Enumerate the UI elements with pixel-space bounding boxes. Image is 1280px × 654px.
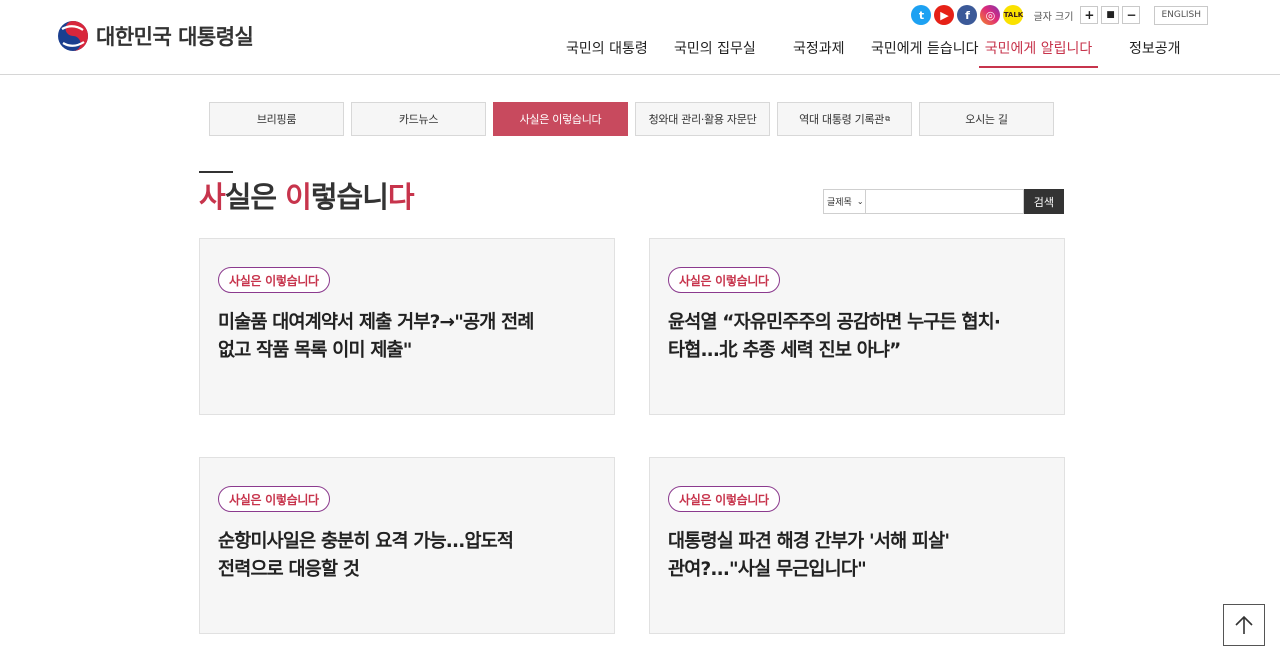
kakao-icon[interactable]: TALK <box>1003 5 1024 25</box>
fact-card[interactable]: 사실은 이렇습니다 순항미사일은 충분히 요격 가능...압도적 전력으로 대응… <box>199 457 615 634</box>
card-title: 대통령실 파견 해경 간부가 '서해 피살' 관여?..."사실 무근입니다" <box>668 531 950 580</box>
tab-label: 카드뉴스 <box>398 113 439 126</box>
tab-briefing-room[interactable]: 브리핑룸 <box>209 102 344 136</box>
nav-item-announce[interactable]: 국민에게 알립니다 <box>979 38 1098 68</box>
title-char: 렇습니 <box>310 180 389 214</box>
twitter-icon[interactable]: t <box>911 5 932 25</box>
title-char: 다 <box>387 180 415 214</box>
card-title: 순항미사일은 충분히 요격 가능...압도적 전력으로 대응할 것 <box>218 531 514 580</box>
font-size-label: 글자 크기 <box>1033 11 1074 23</box>
tab-advisory-group[interactable]: 청와대 관리·활용 자문단 <box>635 102 770 136</box>
instagram-icon[interactable]: ◎ <box>980 5 1001 25</box>
tab-label: 사실은 이렇습니다 <box>519 113 602 126</box>
fact-card[interactable]: 사실은 이렇습니다 대통령실 파견 해경 간부가 '서해 피살' 관여?..."… <box>649 457 1065 634</box>
font-decrease-button[interactable]: − <box>1122 6 1141 24</box>
card-title: 미술품 대여계약서 제출 거부?→"공개 전례 없고 작품 목록 이미 제출" <box>218 312 534 361</box>
external-link-icon: ⧉ <box>885 114 890 123</box>
english-button[interactable]: ENGLISH <box>1154 5 1208 25</box>
youtube-icon[interactable]: ▶ <box>934 5 955 25</box>
utility-bar: t ▶ f ◎ TALK 글자 크기 + ■ − ENGLISH <box>911 5 1208 25</box>
category-badge: 사실은 이렇습니다 <box>668 486 780 512</box>
search-button[interactable]: 검색 <box>1023 189 1064 214</box>
facebook-icon[interactable]: f <box>957 5 978 25</box>
chevron-down-icon: ⌄ <box>856 197 864 206</box>
title-char: 사 <box>199 180 226 214</box>
logo-text: 대한민국 대통령실 <box>96 25 254 49</box>
tab-directions[interactable]: 오시는 길 <box>919 102 1054 136</box>
nav-item-national-tasks[interactable]: 국정과제 <box>793 38 845 68</box>
search-input[interactable] <box>864 189 1024 214</box>
category-badge: 사실은 이렇습니다 <box>218 267 330 293</box>
search-field-select[interactable]: 글제목 ⌄ <box>823 189 865 214</box>
nav-item-office[interactable]: 국민의 집무실 <box>674 38 756 68</box>
tab-fact-check[interactable]: 사실은 이렇습니다 <box>493 102 628 136</box>
search-form: 글제목 ⌄ 검색 <box>823 189 1064 214</box>
tab-presidential-archives[interactable]: 역대 대통령 기록관 ⧉ <box>777 102 912 136</box>
title-decoration <box>199 171 233 173</box>
search-select-value: 글제목 <box>827 198 852 208</box>
card-title: 윤석열 “자유민주주의 공감하면 누구든 협치· 타협...北 추종 세력 진보… <box>668 312 1001 361</box>
arrow-up-icon <box>1235 615 1253 634</box>
site-header: 대한민국 대통령실 t ▶ f ◎ TALK 글자 크기 + ■ − ENGLI… <box>0 0 1280 75</box>
nav-item-disclosure[interactable]: 정보공개 <box>1129 38 1181 68</box>
fact-card[interactable]: 사실은 이렇습니다 윤석열 “자유민주주의 공감하면 누구든 협치· 타협...… <box>649 238 1065 415</box>
tab-label: 역대 대통령 기록관 <box>799 113 885 126</box>
taegeuk-logo-icon <box>58 21 88 51</box>
font-reset-button[interactable]: ■ <box>1101 6 1120 24</box>
page-title: 사실은 이렇습니다 <box>199 174 415 216</box>
sub-tabs: 브리핑룸 카드뉴스 사실은 이렇습니다 청와대 관리·활용 자문단 역대 대통령… <box>209 102 1054 136</box>
font-increase-button[interactable]: + <box>1080 6 1099 24</box>
tab-label: 오시는 길 <box>965 113 1008 126</box>
tab-label: 청와대 관리·활용 자문단 <box>648 113 757 126</box>
tab-label: 브리핑룸 <box>256 113 297 126</box>
scroll-top-button[interactable] <box>1223 604 1265 646</box>
tab-card-news[interactable]: 카드뉴스 <box>351 102 486 136</box>
category-badge: 사실은 이렇습니다 <box>218 486 330 512</box>
nav-item-presidents[interactable]: 국민의 대통령 <box>566 38 648 68</box>
category-badge: 사실은 이렇습니다 <box>668 267 780 293</box>
site-logo[interactable]: 대한민국 대통령실 <box>57 20 254 52</box>
title-char: 실은 <box>224 180 286 214</box>
fact-card[interactable]: 사실은 이렇습니다 미술품 대여계약서 제출 거부?→"공개 전례 없고 작품 … <box>199 238 615 415</box>
nav-item-listen[interactable]: 국민에게 듣습니다 <box>871 38 979 68</box>
title-char: 이 <box>285 180 312 214</box>
